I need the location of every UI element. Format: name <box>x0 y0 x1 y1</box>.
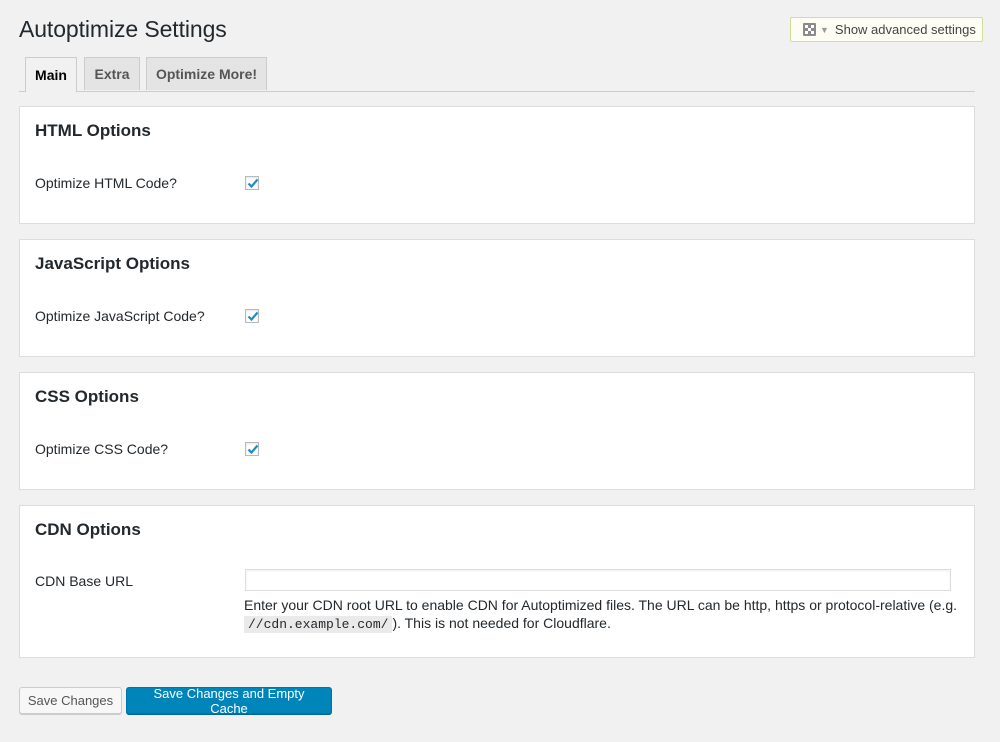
tab-main[interactable]: Main <box>25 57 77 92</box>
html-options-panel: HTML Options Optimize HTML Code? <box>19 106 975 224</box>
optimize-css-checkbox[interactable] <box>245 442 259 456</box>
tab-optimize-more[interactable]: Optimize More! <box>146 57 267 90</box>
cdn-example-code: //cdn.example.com/ <box>244 616 393 633</box>
caret-down-icon: ▼ <box>820 24 829 35</box>
cdn-help-text-end: ). This is not needed for Cloudflare. <box>392 615 611 631</box>
save-changes-button[interactable]: Save Changes <box>19 687 122 714</box>
show-advanced-settings-toggle[interactable]: ▼ Show advanced settings <box>790 17 983 42</box>
show-advanced-settings-label: Show advanced settings <box>834 22 976 37</box>
html-options-heading: HTML Options <box>35 121 151 140</box>
page-title: Autoptimize Settings <box>19 16 227 42</box>
settings-tabs: Main Extra Optimize More! <box>19 57 975 92</box>
checkmark-icon <box>247 178 259 189</box>
javascript-options-heading: JavaScript Options <box>35 254 190 273</box>
cdn-base-url-label: CDN Base URL <box>35 573 134 589</box>
optimize-css-label: Optimize CSS Code? <box>35 441 169 457</box>
checkmark-icon <box>247 311 259 322</box>
optimize-javascript-checkbox[interactable] <box>245 309 259 323</box>
cdn-options-panel: CDN Options CDN Base URL Enter your CDN … <box>19 505 975 658</box>
settings-grid-icon <box>803 23 816 36</box>
optimize-javascript-label: Optimize JavaScript Code? <box>35 308 205 324</box>
save-changes-empty-cache-button[interactable]: Save Changes and Empty Cache <box>126 686 332 716</box>
cdn-help-text-start: Enter your CDN root URL to enable CDN fo… <box>244 597 958 613</box>
optimize-html-label: Optimize HTML Code? <box>35 175 177 191</box>
javascript-options-panel: JavaScript Options Optimize JavaScript C… <box>19 239 975 357</box>
cdn-help-text: Enter your CDN root URL to enable CDN fo… <box>244 596 964 634</box>
css-options-panel: CSS Options Optimize CSS Code? <box>19 372 975 490</box>
checkmark-icon <box>247 444 259 455</box>
cdn-options-heading: CDN Options <box>35 520 141 539</box>
optimize-html-checkbox[interactable] <box>245 176 259 190</box>
tab-extra[interactable]: Extra <box>84 57 140 90</box>
css-options-heading: CSS Options <box>35 387 139 406</box>
cdn-base-url-input[interactable] <box>245 569 951 591</box>
